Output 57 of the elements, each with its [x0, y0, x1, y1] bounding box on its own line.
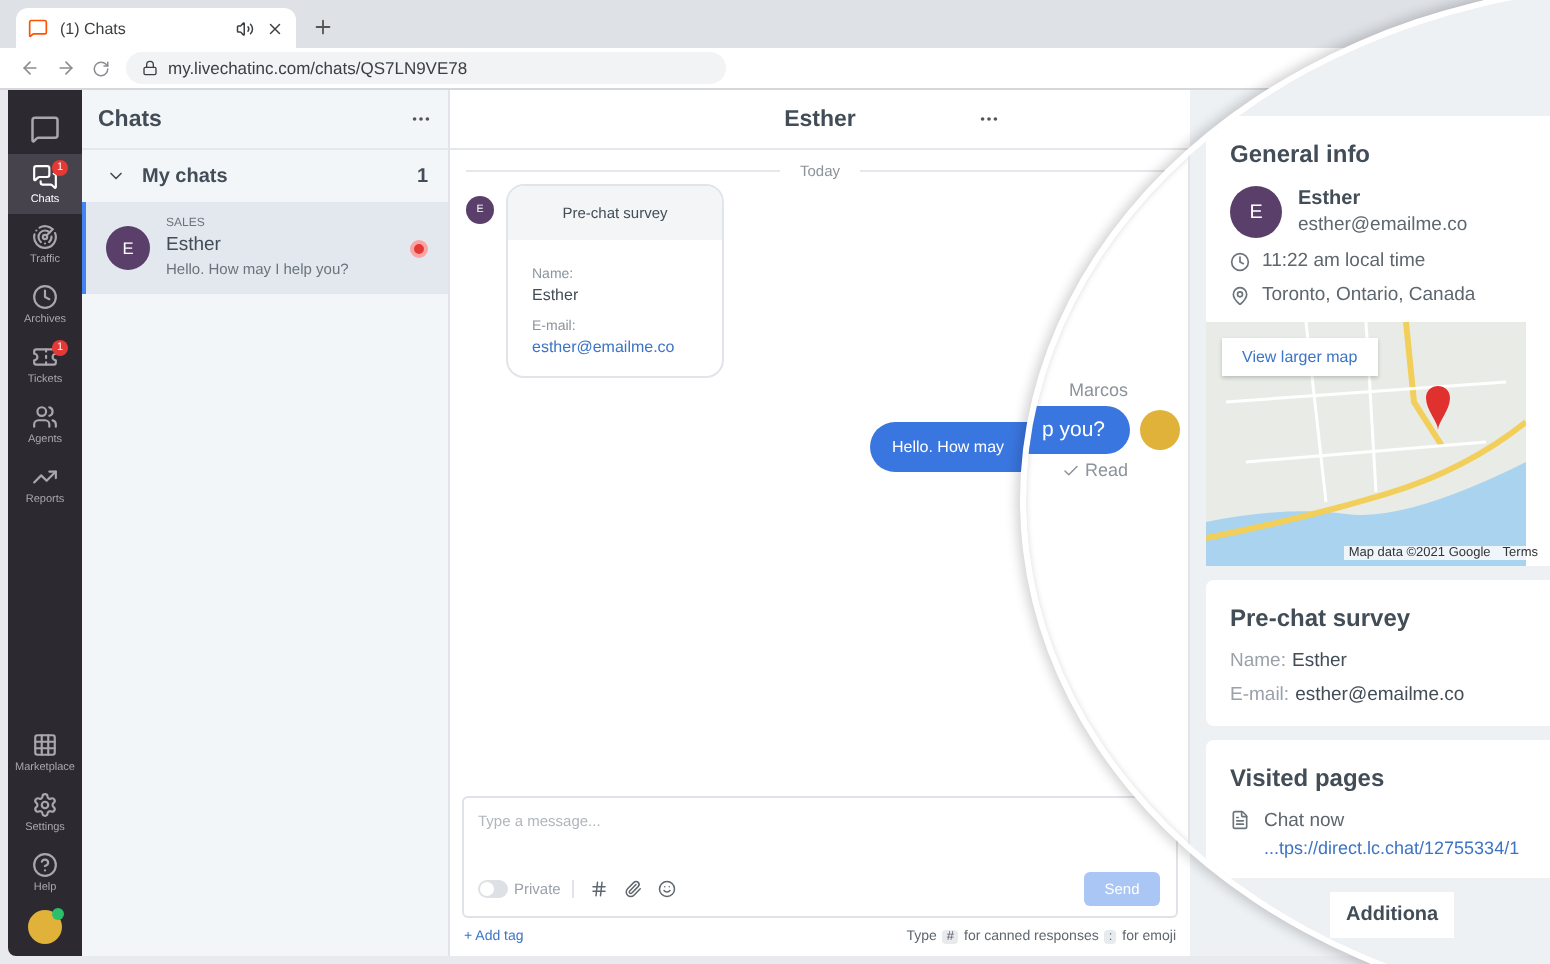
- settings-icon: [32, 791, 58, 817]
- message-bubble: p you?: [1026, 406, 1130, 454]
- chat-bubbles-icon: [32, 163, 58, 189]
- pin-icon: [1230, 285, 1250, 305]
- check-icon: [1062, 461, 1081, 479]
- browser-tab[interactable]: (1) Chats: [16, 8, 296, 48]
- back-icon[interactable]: [20, 58, 40, 78]
- location-text: Toronto, Ontario, Canada: [1262, 284, 1476, 306]
- url-text: my.livechatinc.com/chats/QS7LN9VE78: [168, 58, 468, 78]
- speaker-icon[interactable]: [236, 19, 254, 37]
- close-icon[interactable]: [266, 19, 284, 37]
- conversation-title: Esther: [784, 107, 856, 131]
- customer-name: Esther: [1298, 188, 1363, 210]
- chat-logo-icon: [28, 18, 48, 38]
- agent-name: Marcos: [1068, 380, 1128, 400]
- page-title: Chat now: [1264, 810, 1347, 832]
- section-tab[interactable]: Additiona: [1330, 892, 1455, 938]
- local-time: 11:22 am local time: [1262, 250, 1426, 272]
- customer-avatar: E: [1230, 186, 1282, 238]
- lock-icon: [142, 60, 158, 76]
- tab-title: (1) Chats: [60, 19, 128, 37]
- new-tab-icon[interactable]: [312, 16, 334, 38]
- agent-avatar[interactable]: [28, 910, 62, 944]
- radar-icon: [32, 223, 58, 249]
- grid-icon: [32, 731, 58, 757]
- page-link[interactable]: ...tps://direct.lc.chat/12755334/1: [1264, 838, 1520, 858]
- smiley-icon[interactable]: [658, 880, 677, 898]
- card-title: General info: [1230, 140, 1373, 168]
- help-icon: [32, 851, 58, 877]
- card-title: Visited pages: [1230, 764, 1387, 792]
- document-icon: [1230, 810, 1250, 830]
- paperclip-icon[interactable]: [624, 880, 643, 898]
- group-label: My chats: [142, 165, 230, 187]
- clock-icon: [1230, 251, 1250, 271]
- customer-email: esther@emailme.co: [1298, 214, 1468, 236]
- private-toggle[interactable]: [478, 880, 508, 898]
- reload-icon[interactable]: [92, 59, 110, 77]
- hash-icon[interactable]: [590, 880, 609, 898]
- field-value: Esther: [1291, 650, 1347, 672]
- people-icon: [32, 403, 58, 429]
- customer-avatar: E: [106, 226, 150, 270]
- ticket-icon: [32, 343, 58, 369]
- customer-name: Esther: [166, 234, 223, 256]
- view-map-link[interactable]: View larger map: [1222, 338, 1378, 376]
- group-count: 1: [416, 165, 428, 187]
- chat-logo-icon: [30, 113, 60, 143]
- field-label: E-mail:: [1230, 684, 1290, 706]
- forward-icon[interactable]: [56, 58, 76, 78]
- address-bar[interactable]: my.livechatinc.com/chats/QS7LN9VE78: [126, 52, 726, 84]
- agent-avatar: [1140, 410, 1180, 450]
- clock-icon: [32, 283, 58, 309]
- field-value: esther@emailme.co: [1295, 684, 1465, 706]
- card-title: Pre-chat survey: [1230, 604, 1413, 632]
- field-label: Name:: [1230, 650, 1286, 672]
- field-value: Esther: [532, 286, 581, 304]
- email-link[interactable]: esther@emailme.co: [532, 338, 698, 356]
- pane-title: Chats: [98, 107, 162, 131]
